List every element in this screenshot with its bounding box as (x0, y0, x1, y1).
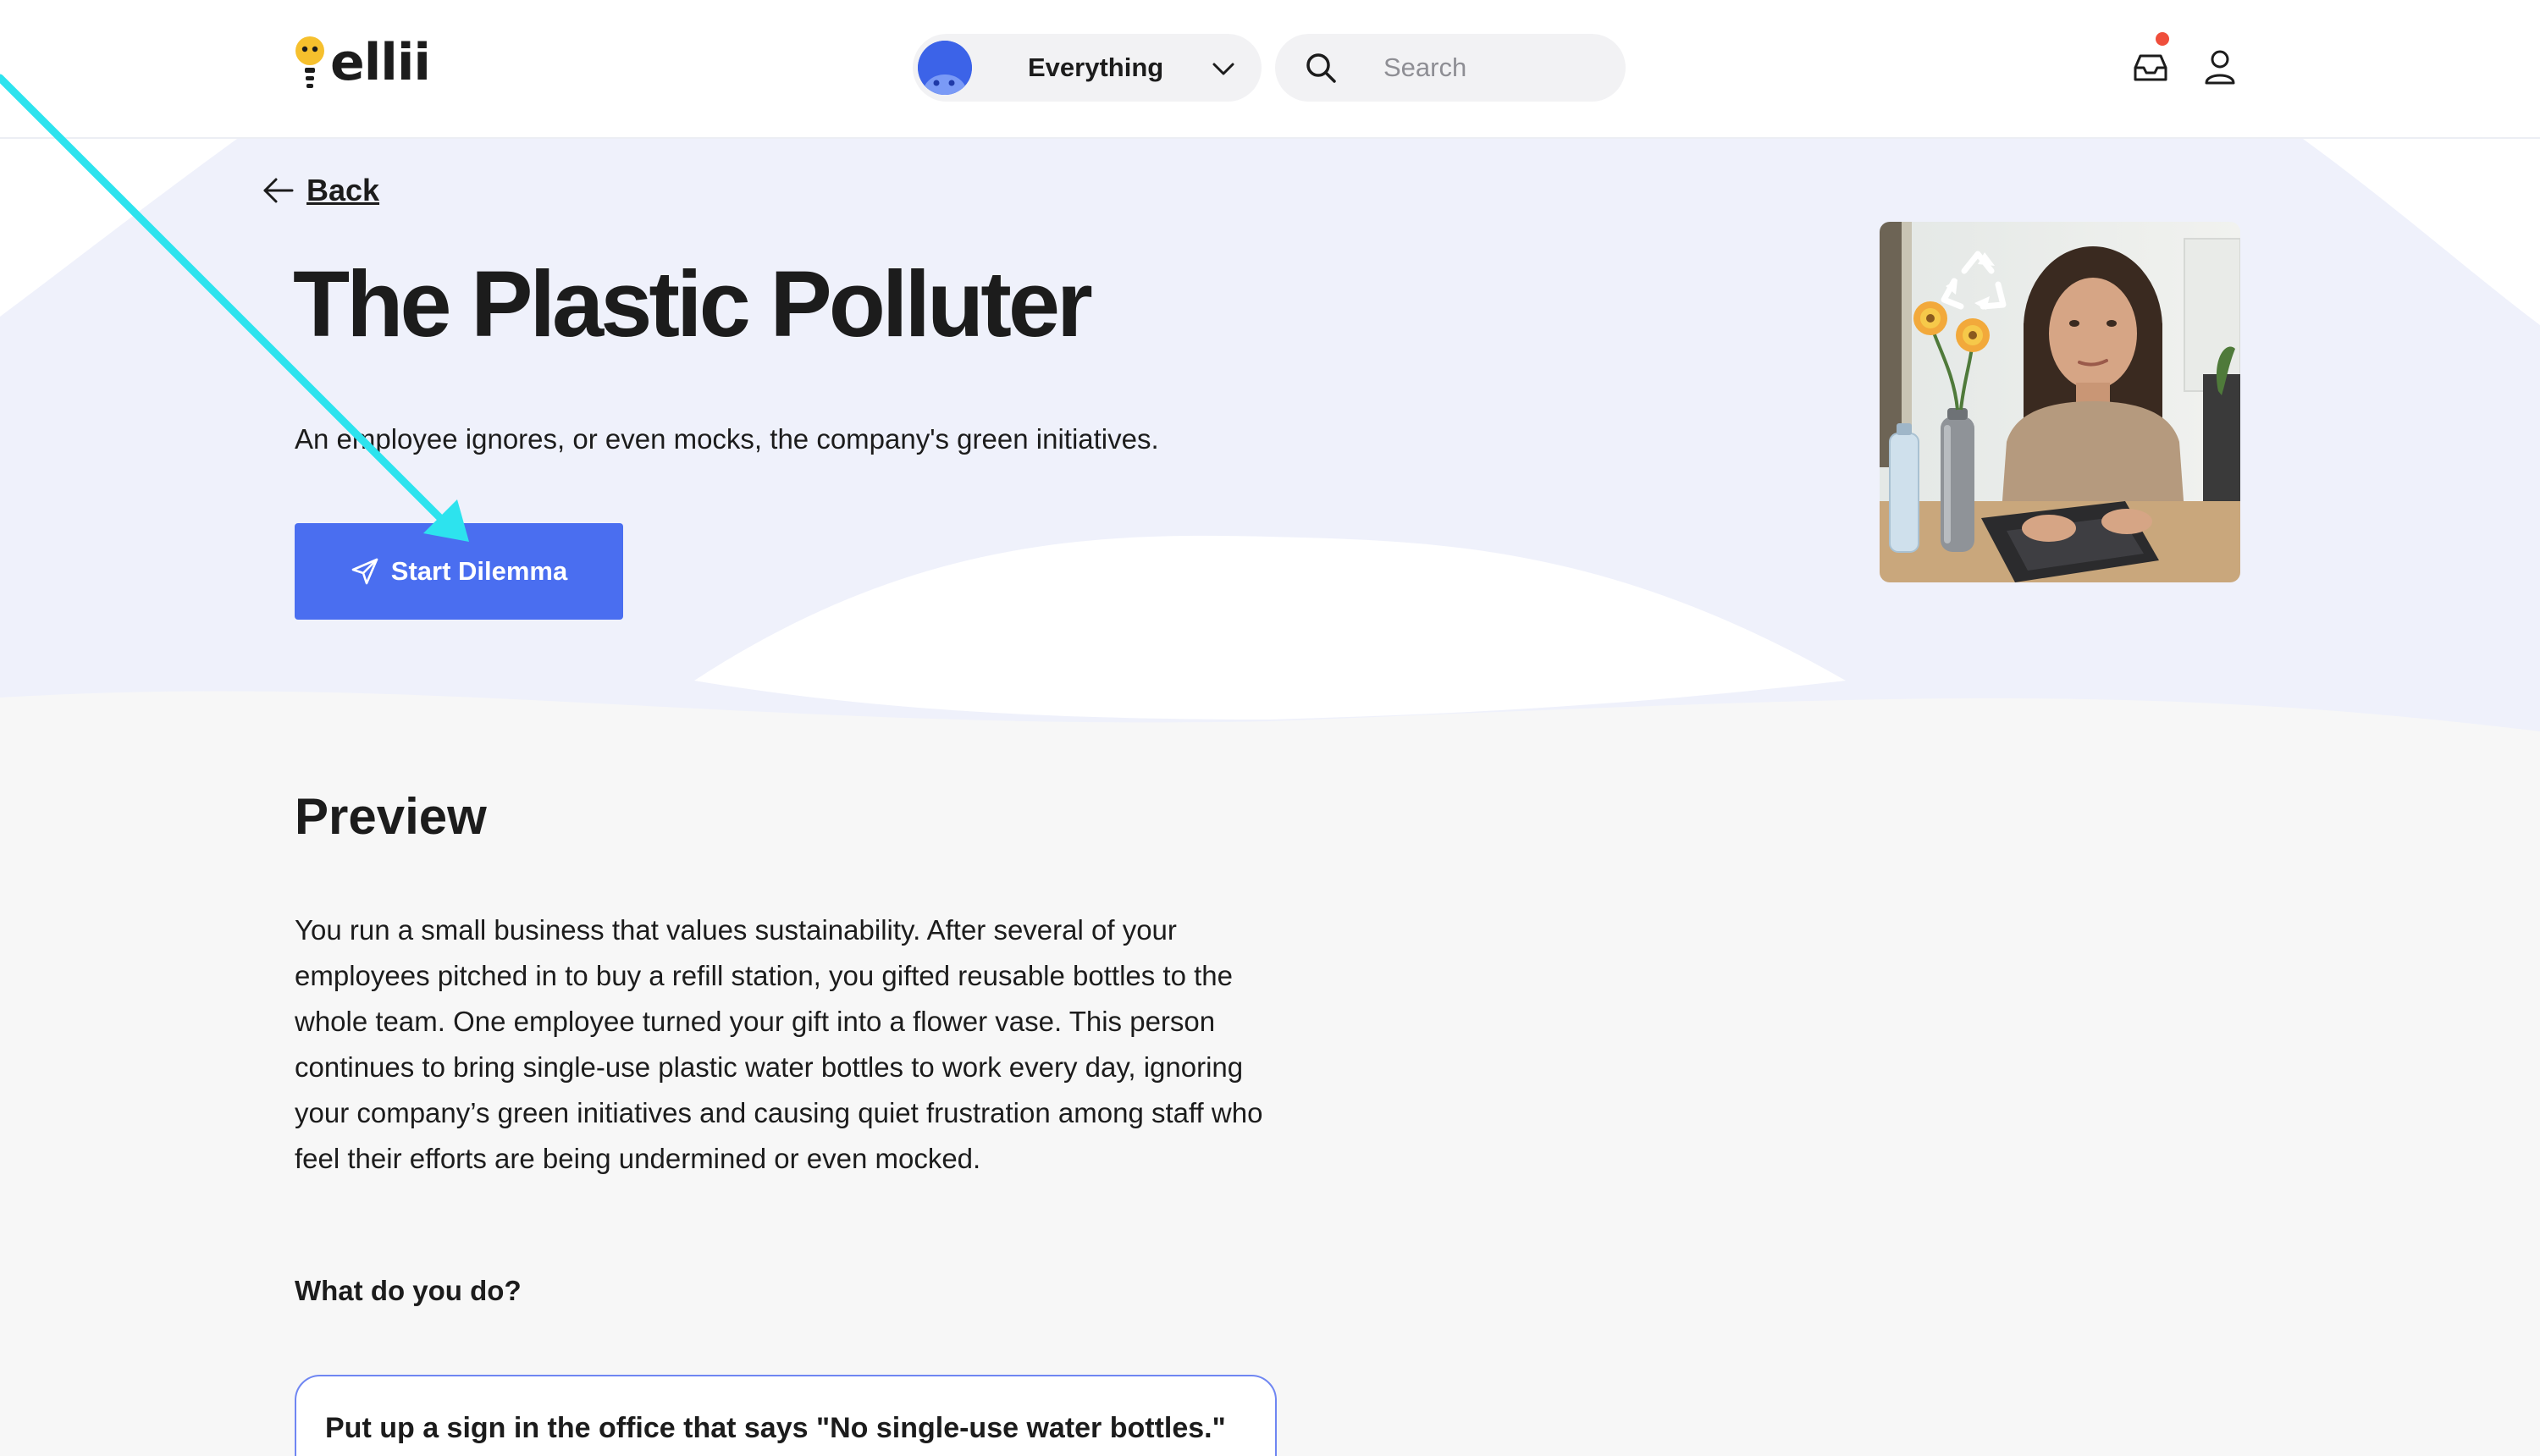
preview-heading: Preview (295, 788, 487, 845)
preview-body: You run a small business that values sus… (295, 914, 1263, 1174)
send-icon (351, 558, 378, 585)
start-dilemma-label: Start Dilemma (390, 556, 568, 586)
search-input[interactable] (1383, 34, 1604, 102)
start-dilemma-button[interactable]: Start Dilemma (295, 523, 623, 620)
logo-text: ellii (330, 33, 431, 92)
search-box[interactable] (1275, 34, 1626, 102)
top-header: ellii Everything (0, 0, 2540, 139)
page-subtitle: An employee ignores, or even mocks, the … (295, 423, 1159, 455)
chevron-down-icon (1212, 63, 1234, 75)
inbox-icon[interactable] (2132, 51, 2169, 85)
question-text: What do you do? (295, 1275, 522, 1306)
back-link[interactable]: Back (262, 169, 379, 212)
category-label: Everything (1028, 52, 1164, 82)
hero-illustration (1880, 222, 2240, 582)
answer-option-label: Put up a sign in the office that says "N… (325, 1412, 1226, 1444)
avatar-icon (918, 41, 972, 95)
answer-option[interactable]: Put up a sign in the office that says "N… (295, 1375, 1277, 1456)
arrow-left-icon (263, 178, 294, 203)
search-icon (1306, 53, 1336, 83)
user-icon[interactable] (2203, 49, 2237, 86)
lightbulb-icon (295, 36, 324, 88)
category-select[interactable]: Everything (913, 34, 1262, 102)
back-label: Back (306, 173, 380, 207)
ellii-logo[interactable]: ellii (293, 25, 431, 93)
page-title: The Plastic Polluter (293, 252, 1093, 356)
notification-dot (2156, 32, 2169, 46)
